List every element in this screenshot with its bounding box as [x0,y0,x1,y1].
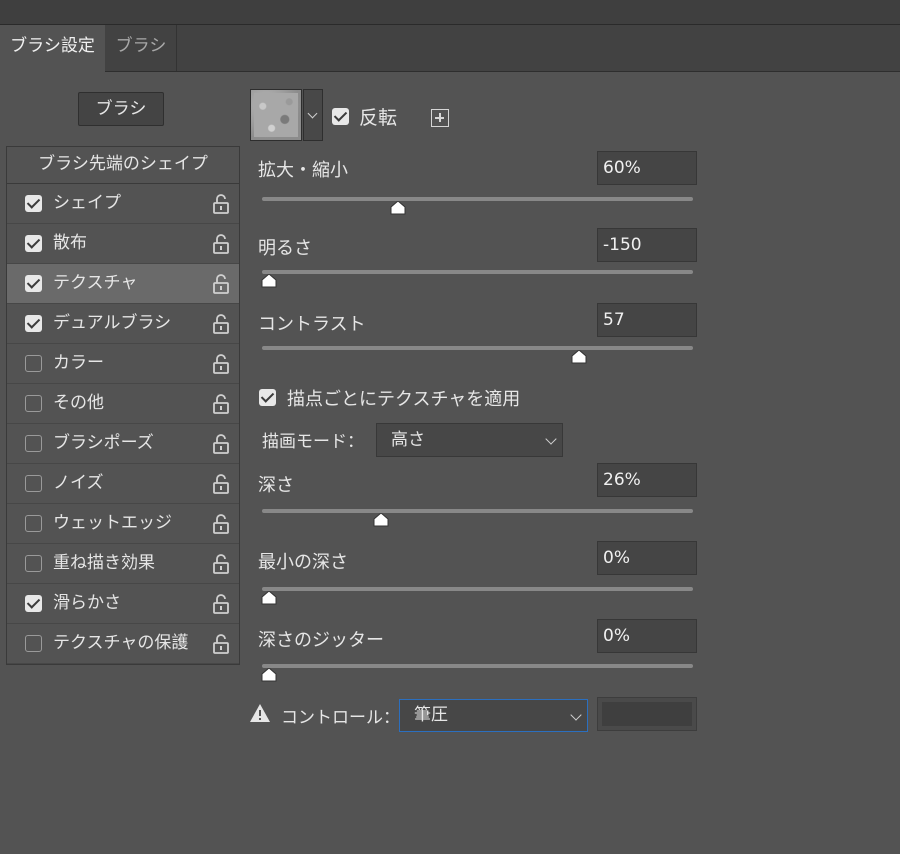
brush-option-label: 重ね描き効果 [53,553,155,573]
brightness-label: 明るさ [258,238,312,259]
depth-jitter-slider-thumb[interactable] [261,668,277,682]
control-secondary-field-inner [602,702,692,726]
scale-input[interactable]: 60% [597,151,697,185]
min-depth-label: 最小の深さ [258,552,348,573]
brush-option-label: テクスチャの保護 [53,633,189,653]
scale-slider-track[interactable] [262,197,693,201]
brush-tip-shape-item[interactable]: ブラシ先端のシェイプ [7,147,239,184]
brush-option-item[interactable]: デュアルブラシ [7,304,239,344]
min-depth-input[interactable]: 0% [597,541,697,575]
control-secondary-field [597,697,697,731]
brush-option-label: 滑らかさ [53,593,121,613]
mode-select[interactable]: 高さ [376,423,563,457]
brush-presets-button[interactable]: ブラシ [78,92,164,126]
brightness-slider-thumb[interactable] [261,274,277,288]
unlock-icon[interactable] [211,353,231,375]
texture-pattern-preview[interactable] [250,89,302,141]
unlock-icon[interactable] [211,433,231,455]
brush-option-checkbox[interactable] [25,435,42,452]
brush-option-item[interactable]: カラー [7,344,239,384]
depth-jitter-label: 深さのジッター [258,630,384,651]
texture-pattern-thumbnail [254,93,298,137]
new-preset-icon[interactable] [431,109,449,127]
texture-each-tip-checkbox[interactable] [259,389,276,406]
depth-jitter-input[interactable]: 0% [597,619,697,653]
brush-option-checkbox[interactable] [25,195,42,212]
brush-option-item[interactable]: テクスチャの保護 [7,624,239,664]
unlock-icon[interactable] [211,473,231,495]
contrast-input[interactable]: 57 [597,303,697,337]
contrast-label: コントラスト [258,314,366,335]
brush-option-item[interactable]: 重ね描き効果 [7,544,239,584]
contrast-slider-track[interactable] [262,346,693,350]
brush-option-label: シェイプ [53,193,121,213]
brush-option-label: その他 [53,393,104,413]
brush-option-checkbox[interactable] [25,395,42,412]
min-depth-slider-thumb[interactable] [261,591,277,605]
unlock-icon[interactable] [211,193,231,215]
mode-value: 高さ [391,430,425,450]
chevron-down-icon [545,433,557,445]
invert-checkbox[interactable] [332,108,349,125]
brush-option-item[interactable]: テクスチャ [7,264,239,304]
brush-option-checkbox[interactable] [25,355,42,372]
unlock-icon[interactable] [211,553,231,575]
brush-option-checkbox[interactable] [25,315,42,332]
brush-option-label: ノイズ [53,473,104,493]
unlock-icon[interactable] [211,273,231,295]
brush-option-item[interactable]: ウェットエッジ [7,504,239,544]
contrast-slider-thumb[interactable] [571,350,587,364]
warning-icon [250,704,270,722]
scale-label: 拡大・縮小 [258,160,348,181]
tab-brush[interactable]: ブラシ [106,25,177,71]
control-select[interactable]: 筆圧 [399,699,588,732]
depth-slider-track[interactable] [262,509,693,513]
brightness-slider-track[interactable] [262,270,693,274]
depth-slider-thumb[interactable] [373,513,389,527]
unlock-icon[interactable] [211,393,231,415]
brush-option-label: 散布 [53,233,87,253]
brush-option-label: テクスチャ [53,273,138,293]
brush-options-list: ブラシ先端のシェイプ シェイプ散布テクスチャデュアルブラシ カラーその他ブラシポー… [6,146,240,665]
control-value: 筆圧 [414,705,448,725]
scale-slider-thumb[interactable] [390,201,406,215]
depth-label: 深さ [258,475,294,496]
control-label: コントロール： [281,708,400,728]
texture-each-tip-label: 描点ごとにテクスチャを適用 [287,389,521,410]
invert-label: 反転 [359,107,398,129]
unlock-icon[interactable] [211,513,231,535]
brush-option-item[interactable]: シェイプ [7,184,239,224]
brush-option-checkbox[interactable] [25,595,42,612]
brush-option-item[interactable]: 滑らかさ [7,584,239,624]
panel-top-bar [0,0,900,25]
chevron-down-icon [307,108,318,119]
brush-option-label: デュアルブラシ [53,313,172,333]
brush-option-label: ブラシポーズ [53,433,154,453]
brush-option-checkbox[interactable] [25,235,42,252]
depth-jitter-slider-track[interactable] [262,664,693,668]
brush-option-checkbox[interactable] [25,555,42,572]
brush-option-checkbox[interactable] [25,515,42,532]
tab-brush-settings[interactable]: ブラシ設定 [0,25,105,72]
brush-option-item[interactable]: その他 [7,384,239,424]
mode-label: 描画モード： [262,432,364,452]
depth-input[interactable]: 26% [597,463,697,497]
unlock-icon[interactable] [211,633,231,655]
chevron-down-icon [570,709,582,721]
brightness-input[interactable]: -150 [597,228,697,262]
brush-option-item[interactable]: ノイズ [7,464,239,504]
min-depth-slider-track[interactable] [262,587,693,591]
brush-option-checkbox[interactable] [25,475,42,492]
brush-option-item[interactable]: 散布 [7,224,239,264]
unlock-icon[interactable] [211,593,231,615]
brush-option-label: ウェットエッジ [53,513,172,533]
unlock-icon[interactable] [211,313,231,335]
brush-option-label: カラー [53,353,104,373]
panel-tab-bar: ブラシ設定 ブラシ [0,25,900,72]
pattern-picker-dropdown[interactable] [303,89,323,141]
brush-option-checkbox[interactable] [25,635,42,652]
brush-option-item[interactable]: ブラシポーズ [7,424,239,464]
unlock-icon[interactable] [211,233,231,255]
brush-option-checkbox[interactable] [25,275,42,292]
